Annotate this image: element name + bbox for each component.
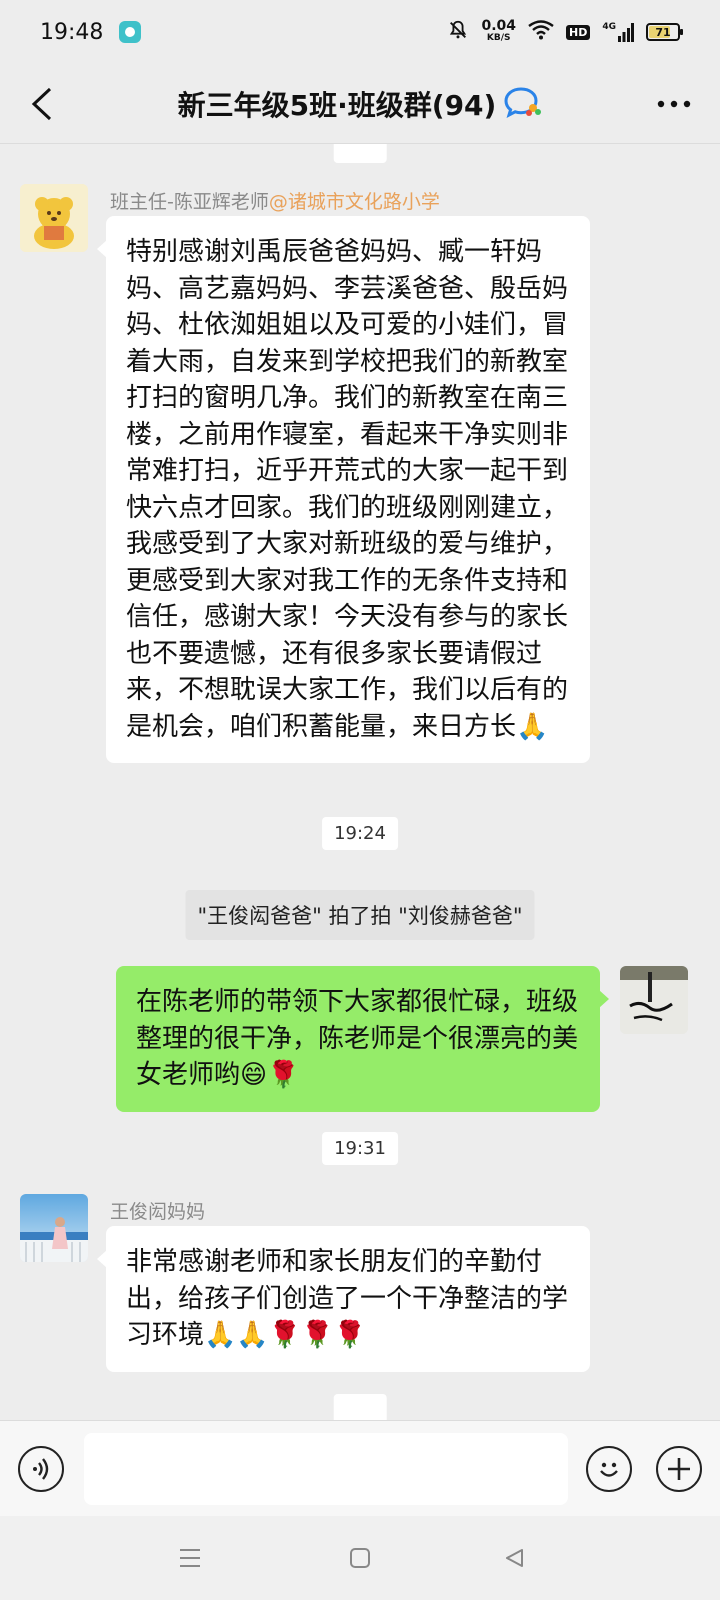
back-triangle-icon bbox=[506, 1549, 523, 1567]
avatar[interactable] bbox=[20, 1194, 88, 1262]
nav-back-button[interactable] bbox=[496, 1540, 532, 1576]
sender-name: 班主任-陈亚辉老师@诸城市文化路小学 bbox=[110, 187, 440, 214]
more-dots-icon bbox=[657, 100, 691, 108]
app-notification-icon bbox=[119, 21, 142, 43]
sender-name-text: 王俊闳妈妈 bbox=[110, 1201, 206, 1223]
chevron-left-icon bbox=[31, 87, 52, 121]
menu-icon bbox=[180, 1549, 200, 1567]
more-functions-button[interactable] bbox=[656, 1446, 702, 1492]
sender-name: 王俊闳妈妈 bbox=[110, 1197, 205, 1224]
chat-title: 新三年级5班·班级群(94) bbox=[177, 89, 497, 122]
my-avatar[interactable] bbox=[620, 966, 688, 1034]
message-input[interactable] bbox=[84, 1433, 568, 1505]
input-bar bbox=[0, 1420, 720, 1516]
network-speed-unit: KB/S bbox=[486, 33, 511, 43]
timestamp: 19:31 bbox=[322, 1132, 398, 1165]
my-message-bubble[interactable]: 在陈老师的带领下大家都很忙碌，班级整理的很干净，陈老师是个很漂亮的美女老师哟😄🌹 bbox=[116, 966, 609, 1112]
timestamp: 19:24 bbox=[322, 817, 398, 850]
message-text: 非常感谢老师和家长朋友们的辛勤付出，给孩子们创造了一个干净整洁的学习环境🙏🙏🌹🌹… bbox=[126, 1247, 569, 1350]
message-text: 特别感谢刘禹辰爸爸妈妈、臧一轩妈妈、高艺嘉妈妈、李芸溪爸爸、殷岳妈妈、杜依洳姐姐… bbox=[126, 237, 569, 742]
back-button[interactable] bbox=[20, 82, 64, 126]
message-bubble[interactable]: 非常感谢老师和家长朋友们的辛勤付出，给孩子们创造了一个干净整洁的学习环境🙏🙏🌹🌹… bbox=[97, 1226, 590, 1372]
nav-home-button[interactable] bbox=[342, 1540, 378, 1576]
chat-header: 新三年级5班·班级群(94) bbox=[0, 64, 720, 144]
status-bar: 19:48 0.04 KB/S HD 4G 71 bbox=[0, 0, 720, 64]
hd-indicator: HD bbox=[566, 24, 591, 40]
calligraphy-avatar-icon bbox=[620, 966, 688, 1034]
nav-menu-button[interactable] bbox=[172, 1540, 208, 1576]
beach-photo-avatar-icon bbox=[20, 1194, 88, 1262]
signal-type-label: 4G bbox=[602, 22, 616, 32]
sender-org: @诸城市文化路小学 bbox=[268, 191, 440, 213]
timestamp-clipped bbox=[333, 144, 387, 163]
voice-input-button[interactable] bbox=[18, 1446, 64, 1492]
plus-icon bbox=[668, 1458, 690, 1480]
system-nav-bar bbox=[0, 1516, 720, 1600]
smiley-icon bbox=[600, 1462, 618, 1477]
battery-icon: 71 bbox=[646, 23, 683, 41]
chat-messages[interactable]: 班主任-陈亚辉老师@诸城市文化路小学 特别感谢刘禹辰爸爸妈妈、臧一轩妈妈、高艺嘉… bbox=[0, 144, 720, 1420]
network-speed: 0.04 KB/S bbox=[481, 18, 516, 44]
status-time: 19:48 bbox=[40, 19, 104, 45]
timestamp-clipped bbox=[333, 1394, 387, 1420]
wecom-group-icon bbox=[504, 86, 542, 122]
mute-bell-icon bbox=[447, 19, 469, 45]
message-text: 在陈老师的带领下大家都很忙碌，班级整理的很干净，陈老师是个很漂亮的美女老师哟😄🌹 bbox=[136, 987, 579, 1090]
more-options-button[interactable] bbox=[652, 82, 696, 126]
battery-level: 71 bbox=[655, 25, 671, 39]
emoji-button[interactable] bbox=[586, 1446, 632, 1492]
wifi-icon bbox=[528, 20, 554, 44]
sender-name-text: 班主任-陈亚辉老师 bbox=[110, 191, 269, 213]
network-speed-value: 0.04 bbox=[481, 18, 516, 34]
avatar[interactable] bbox=[20, 184, 88, 252]
cell-signal-icon: 4G bbox=[602, 22, 634, 42]
voice-icon bbox=[33, 1458, 49, 1480]
message-bubble[interactable]: 特别感谢刘禹辰爸爸妈妈、臧一轩妈妈、高艺嘉妈妈、李芸溪爸爸、殷岳妈妈、杜依洳姐姐… bbox=[97, 216, 590, 763]
bear-avatar-icon bbox=[20, 184, 88, 252]
pat-notice: "王俊闳爸爸" 拍了拍 "刘俊赫爸爸" bbox=[185, 890, 535, 940]
home-square-icon bbox=[350, 1548, 370, 1568]
